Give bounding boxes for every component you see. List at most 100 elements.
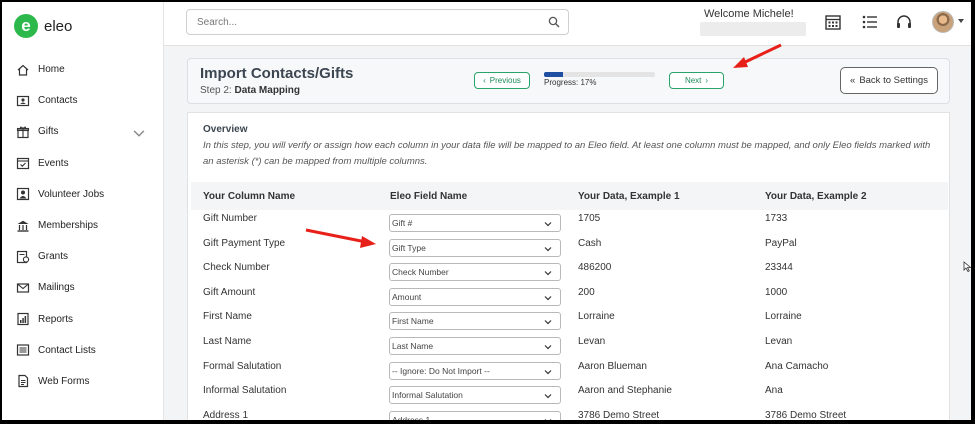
welcome-text: Welcome Michele! xyxy=(704,8,794,20)
sidebar-item-gifts[interactable]: Gifts xyxy=(2,116,164,147)
chevron-left-icon: ‹ xyxy=(483,76,486,85)
avatar[interactable] xyxy=(932,11,954,33)
step-prefix: Step 2: xyxy=(200,85,235,96)
sidebar-item-label: Contacts xyxy=(38,95,78,107)
eleo-field-select[interactable]: Informal Salutation xyxy=(389,386,561,405)
example-2-value: Lorraine xyxy=(765,311,802,323)
column-name: Gift Number xyxy=(203,213,257,224)
example-1-value: 200 xyxy=(578,286,595,298)
eleo-field-select[interactable]: Amount xyxy=(389,287,561,306)
sidebar-item-contacts[interactable]: Contacts xyxy=(2,85,164,116)
search-input[interactable] xyxy=(187,10,527,34)
column-name: Check Number xyxy=(203,262,270,274)
example-2-value: PayPal xyxy=(765,237,797,249)
grant-icon xyxy=(16,250,30,263)
sidebar-item-events[interactable]: Events xyxy=(2,148,164,179)
eleo-field-select[interactable]: Gift # xyxy=(389,214,561,232)
logo-text: eleo xyxy=(44,17,73,35)
eleo-field-value: Gift Type xyxy=(392,242,426,253)
column-name: Formal Salutation xyxy=(203,360,282,372)
table-row: Formal Salutation -- Ignore: Do Not Impor… xyxy=(188,358,945,383)
sidebar-item-label: Reports xyxy=(38,313,74,325)
example-2-value: 1733 xyxy=(765,213,788,224)
table-row: Last Name Last Name Levan Levan xyxy=(188,333,945,358)
eleo-field-value: Amount xyxy=(392,291,422,302)
back-to-settings-button[interactable]: «Back to Settings xyxy=(840,67,938,94)
example-1-value: 486200 xyxy=(578,262,612,274)
table-row: Check Number Check Number 486200 23344 xyxy=(188,259,945,284)
step-label: Step 2: Data Mapping xyxy=(200,85,300,96)
top-bar: Welcome Michele! xyxy=(164,2,971,46)
example-1-value: Cash xyxy=(578,237,602,249)
logo[interactable]: e eleo xyxy=(14,14,72,38)
overview-title: Overview xyxy=(203,124,248,135)
page-title: Import Contacts/Gifts xyxy=(200,65,354,82)
next-button[interactable]: Next › xyxy=(669,72,724,89)
sidebar-item-label: Volunteer Jobs xyxy=(38,188,105,200)
user-icon xyxy=(16,188,30,201)
chevron-down-icon xyxy=(544,394,552,399)
step-name: Data Mapping xyxy=(234,85,301,96)
eleo-field-select[interactable]: Gift Type xyxy=(389,238,561,257)
caret-down-icon[interactable] xyxy=(958,19,964,23)
header-column-name: Your Column Name xyxy=(203,191,296,202)
table-row: Address 1 Address 1 3786 Demo Street 3786 D… xyxy=(188,407,945,420)
search-icon[interactable] xyxy=(548,16,560,28)
bank-icon xyxy=(17,220,29,232)
eleo-field-value: Last Name xyxy=(392,341,434,351)
chevron-down-icon xyxy=(544,418,552,420)
table-row: First Name First Name Lorraine Lorraine xyxy=(188,308,945,333)
column-name: Informal Salutation xyxy=(203,385,287,397)
example-1-value: 1705 xyxy=(578,213,601,224)
chevron-down-icon xyxy=(544,222,552,227)
eleo-field-select[interactable]: Last Name xyxy=(389,337,561,355)
search-box xyxy=(186,9,569,35)
eleo-field-select[interactable]: Check Number xyxy=(389,263,561,282)
sidebar-item-label: Memberships xyxy=(38,220,99,232)
page-header: Import Contacts/Gifts Step 2: Data Mappi… xyxy=(187,58,950,104)
previous-button[interactable]: ‹ Previous xyxy=(474,72,530,89)
eleo-field-value: First Name xyxy=(392,316,434,327)
sidebar-item-grants[interactable]: Grants xyxy=(2,241,164,272)
task-list-icon[interactable] xyxy=(861,13,879,31)
example-2-value: 1000 xyxy=(765,286,788,298)
sidebar-item-web-forms[interactable]: Web Forms xyxy=(2,366,164,397)
report-icon xyxy=(17,312,29,326)
eleo-field-value: -- Ignore: Do Not Import -- xyxy=(392,365,490,376)
annotation-arrow-gift-type xyxy=(305,228,376,248)
example-1-value: Aaron and Stephanie xyxy=(578,385,672,397)
table-header: Your Column Name Eleo Field Name Your Da… xyxy=(191,182,948,210)
sidebar-item-contact-lists[interactable]: Contact Lists xyxy=(2,335,164,366)
sidebar-item-mailings[interactable]: Mailings xyxy=(2,272,164,303)
chevron-down-icon[interactable] xyxy=(132,126,146,140)
overview-text: In this step, you will verify or assign … xyxy=(203,140,931,167)
example-1-value: 3786 Demo Street xyxy=(578,409,660,420)
sidebar-item-label: Home xyxy=(38,64,65,76)
calendar-check-icon xyxy=(16,158,30,170)
eleo-field-select[interactable]: First Name xyxy=(389,312,561,331)
calendar-icon[interactable] xyxy=(824,13,842,31)
table-row: Gift Amount Amount 200 1000 xyxy=(188,284,945,309)
sidebar-item-memberships[interactable]: Memberships xyxy=(2,210,164,241)
eleo-field-select[interactable]: Address 1 xyxy=(389,410,561,420)
sidebar-item-volunteer-jobs[interactable]: Volunteer Jobs xyxy=(2,179,164,210)
headset-icon[interactable] xyxy=(895,13,913,31)
eleo-field-value: Check Number xyxy=(392,267,449,278)
home-icon xyxy=(17,64,29,76)
column-name: Last Name xyxy=(203,336,252,347)
chevron-down-icon xyxy=(544,246,552,251)
table-row: Informal Salutation Informal Salutation Aa… xyxy=(188,382,945,407)
progress-fill xyxy=(544,72,563,77)
document-icon xyxy=(18,375,29,388)
chevron-right-icon: › xyxy=(705,76,709,85)
eleo-logo-icon: e xyxy=(14,14,38,38)
sidebar-item-label: Mailings xyxy=(38,282,75,294)
column-name: Gift Amount xyxy=(203,286,256,298)
sidebar-item-label: Events xyxy=(38,157,69,169)
next-label: Next xyxy=(684,76,702,85)
example-1-value: Aaron Blueman xyxy=(578,360,647,372)
sidebar-item-home[interactable]: Home xyxy=(2,54,164,85)
sidebar-item-reports[interactable]: Reports xyxy=(2,304,164,335)
eleo-field-select[interactable]: -- Ignore: Do Not Import -- xyxy=(389,361,561,380)
column-name: Address 1 xyxy=(203,409,249,420)
